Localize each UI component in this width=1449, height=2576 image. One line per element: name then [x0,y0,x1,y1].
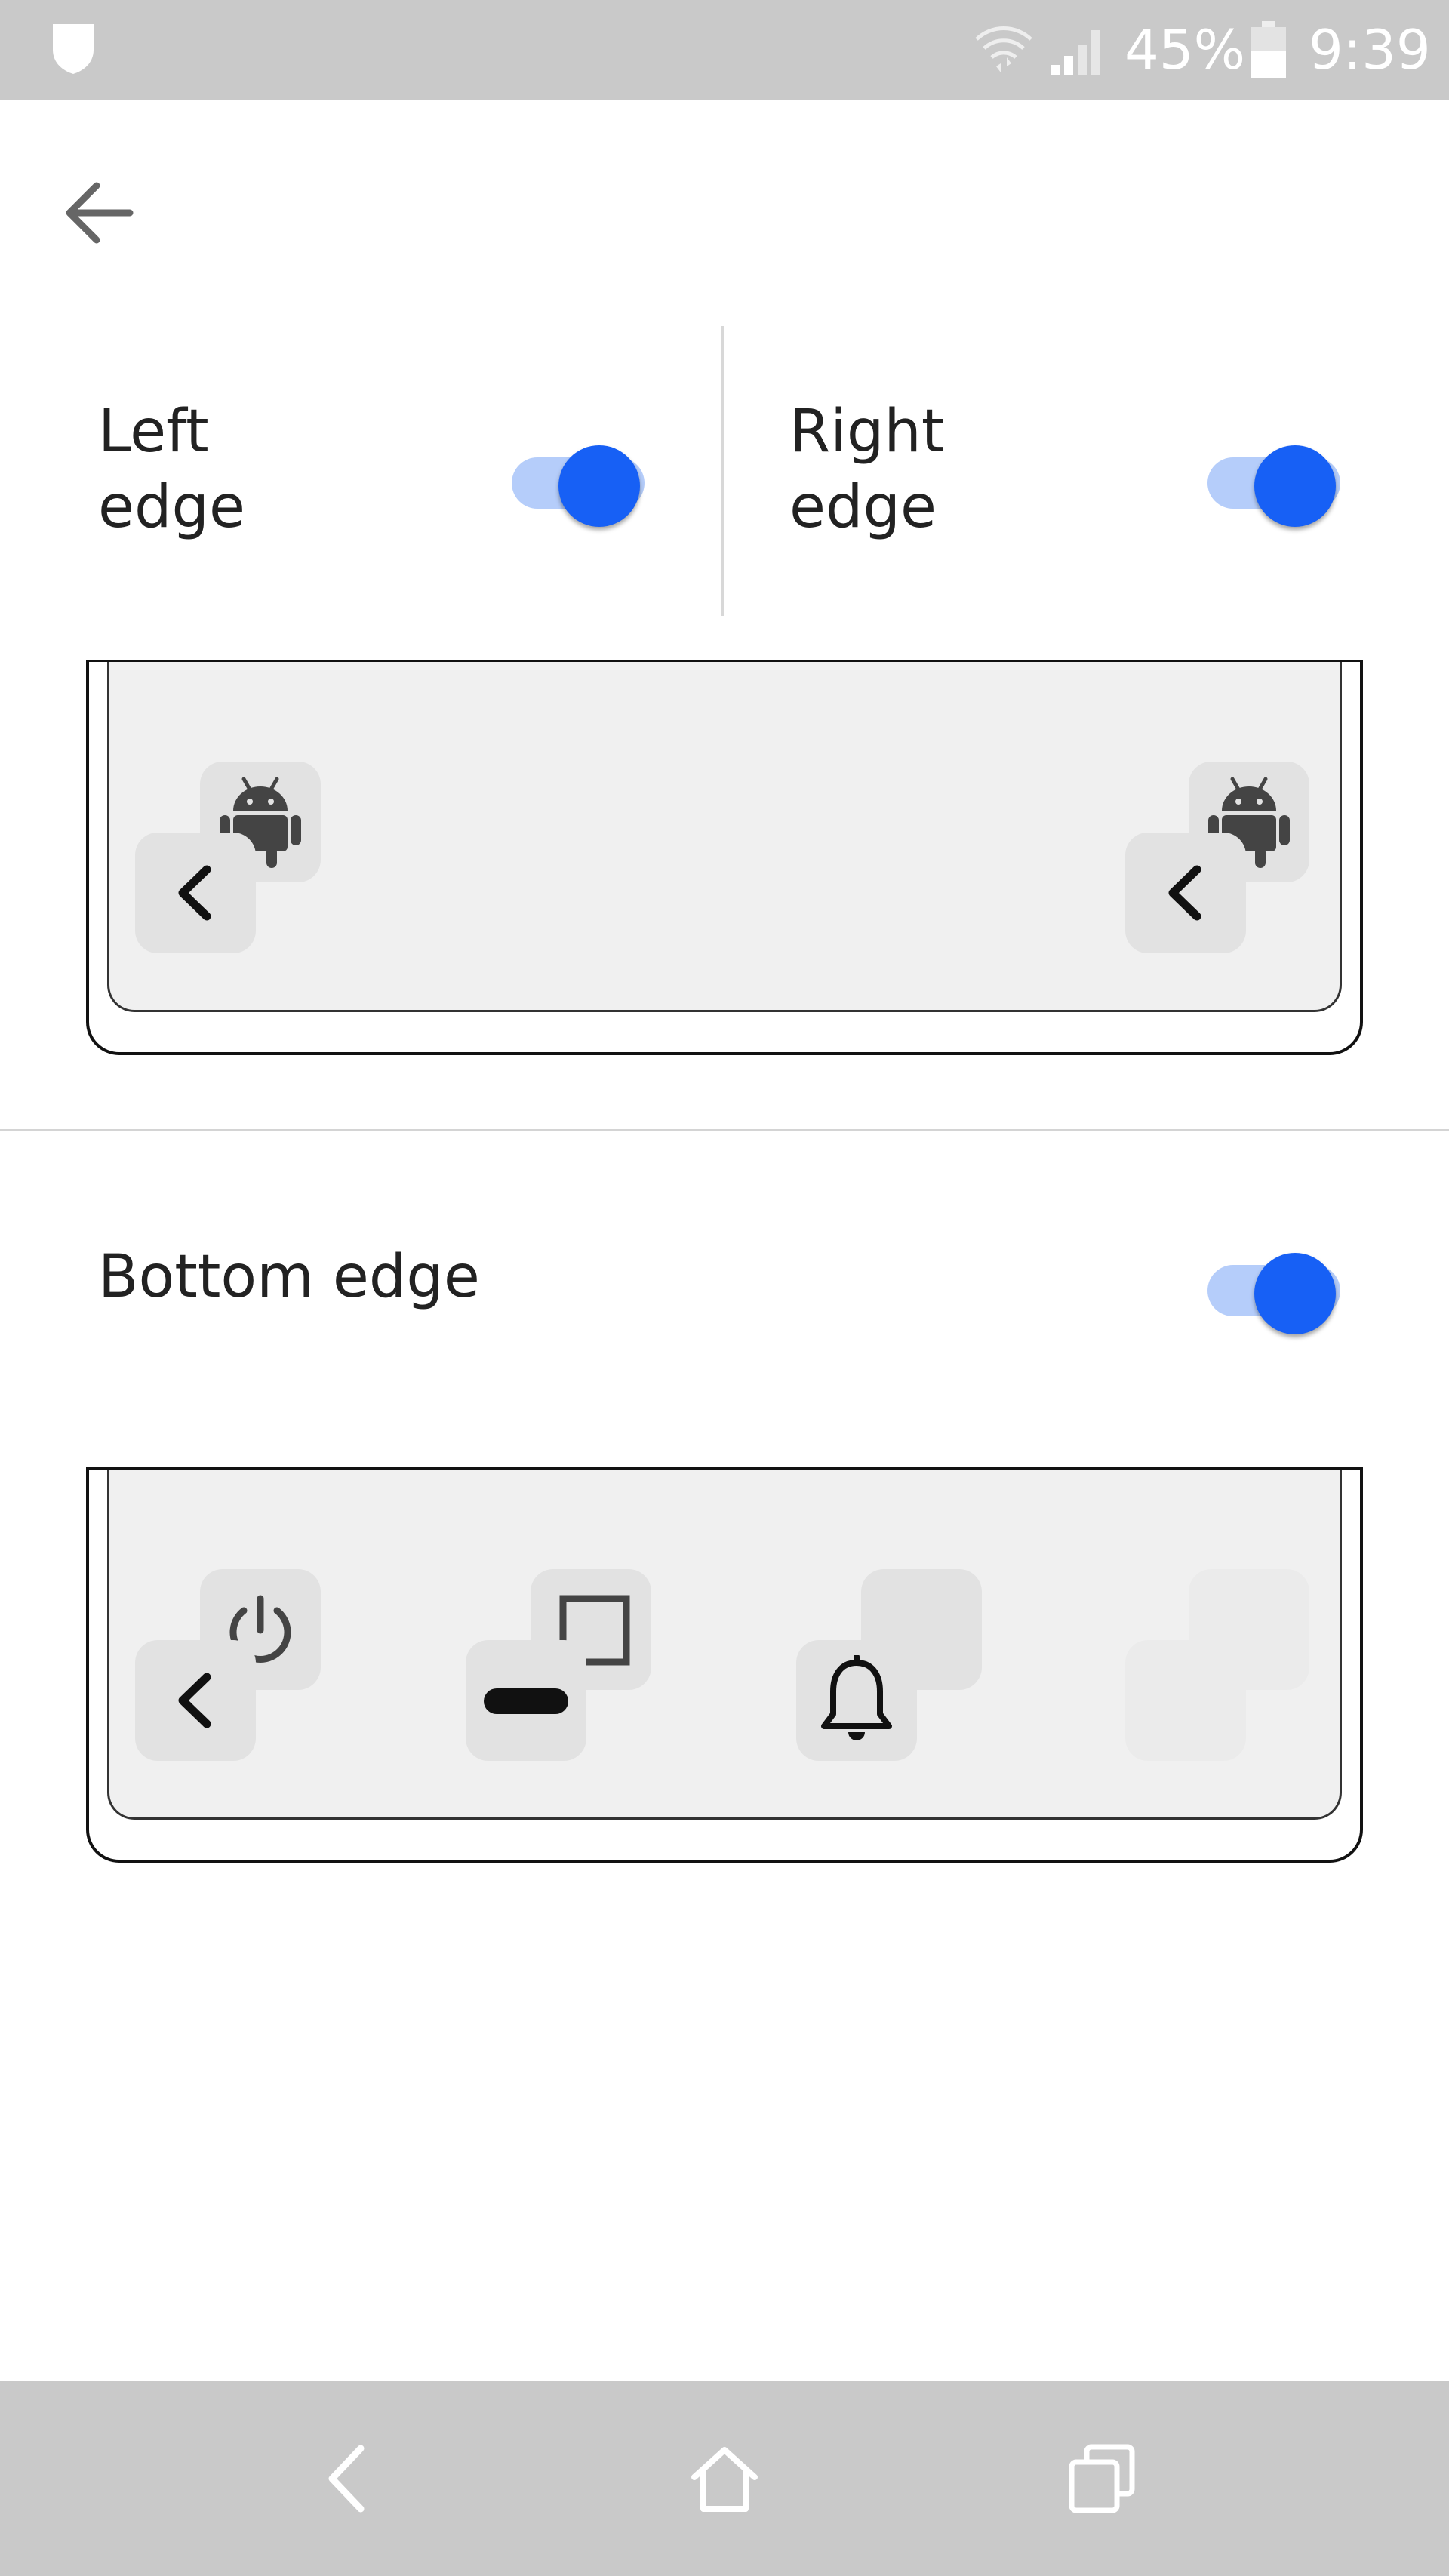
notification-tile [796,1640,917,1761]
navigation-bar [0,2381,1449,2576]
home-tile [466,1640,586,1761]
back-tile [135,1640,256,1761]
empty-tile [1125,1640,1246,1761]
left-edge-toggle[interactable] [510,430,648,527]
bell-icon [821,1655,892,1740]
chevron-left-icon [178,865,211,921]
nav-home-button[interactable] [634,2381,815,2576]
nav-back-button[interactable] [257,2381,438,2576]
bottom-edge-toggle[interactable] [1206,1238,1343,1334]
chevron-left-icon [1168,865,1201,921]
battery-percent: 45% [1124,18,1246,82]
preview-screen [107,1470,1342,1820]
toggle-knob [558,445,640,527]
battery-icon [1251,21,1286,78]
bottom-edge-label: Bottom edge [98,1243,480,1311]
vertical-divider [721,326,724,616]
section-divider [0,1129,1449,1131]
nav-recents-button[interactable] [1011,2381,1192,2576]
back-tile [135,833,256,953]
toggle-knob [1254,445,1336,527]
minus-bar-icon [484,1688,568,1714]
preview-screen [107,662,1342,1012]
shield-icon [53,24,94,74]
chevron-left-icon [178,1673,211,1728]
wifi-icon [975,26,1032,72]
right-edge-label: Right edge [789,398,945,541]
toggle-knob [1254,1253,1336,1334]
back-tile [1125,833,1246,953]
status-time: 9:39 [1309,18,1431,82]
side-edges-preview [86,660,1363,1055]
status-bar: 45% 9:39 [0,0,1449,100]
arrow-left-icon [66,182,134,244]
back-icon [328,2445,365,2513]
home-icon [691,2447,758,2512]
signal-icon [1051,30,1100,75]
back-button[interactable] [60,168,166,258]
left-edge-label: Left edge [98,398,245,541]
recents-icon [1069,2444,1135,2513]
right-edge-toggle[interactable] [1206,430,1343,527]
bottom-edge-preview [86,1467,1363,1863]
